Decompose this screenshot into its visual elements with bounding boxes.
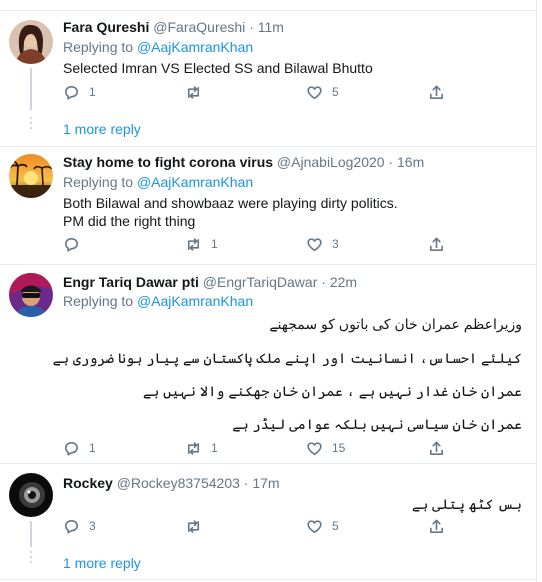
timestamp[interactable]: 11m (258, 19, 284, 35)
separator (0, 463, 536, 464)
separator (0, 264, 536, 265)
separator (0, 579, 536, 580)
thread-line (30, 68, 32, 110)
tweet-header: Stay home to fight corona virus @AjnabiL… (63, 153, 424, 171)
like-icon (307, 441, 322, 455)
like-count: 5 (332, 519, 339, 533)
avatar[interactable] (9, 154, 53, 198)
retweet-icon (187, 519, 200, 533)
separator (0, 10, 536, 11)
timestamp[interactable]: 16m (397, 154, 424, 170)
retweet-count: 1 (211, 441, 218, 455)
tweet-text-line: PM did the right thing (63, 213, 196, 229)
tweet-text-line: Both Bilawal and showbaaz were playing d… (63, 195, 398, 211)
retweet-button[interactable]: 1 (185, 439, 218, 457)
reply-count: 1 (89, 85, 96, 99)
avatar[interactable] (9, 20, 53, 64)
thread-dots (30, 117, 32, 132)
retweet-button[interactable] (185, 83, 211, 101)
separator-dot: · (249, 19, 254, 35)
replying-to: Replying to @AajKamranKhan (63, 173, 253, 191)
share-icon (430, 441, 443, 455)
tweet-header: Rockey @Rockey83754203 · 17m (63, 474, 280, 492)
reply-button[interactable]: 1 (63, 83, 96, 101)
retweet-icon (187, 85, 200, 99)
thread-dots (30, 551, 32, 566)
handle[interactable]: @FaraQureshi (153, 19, 245, 35)
display-name[interactable]: Stay home to fight corona virus (63, 154, 273, 170)
like-button[interactable]: 5 (306, 517, 339, 535)
right-border (536, 0, 537, 582)
timestamp[interactable]: 22m (330, 274, 357, 290)
reply-count: 1 (89, 441, 96, 455)
share-button[interactable] (428, 235, 445, 253)
display-name[interactable]: Engr Tariq Dawar pti (63, 274, 199, 290)
handle[interactable]: @Rockey83754203 (117, 475, 240, 491)
tweet-text-line: کیلئے احساس، انسانیت اور اپنے ملک پاکستا… (52, 350, 522, 366)
tweet-text-line: وزیراعظم عمران خان کی باتوں کو سمجھنے (269, 316, 522, 332)
separator-dot: · (321, 274, 326, 290)
like-icon (307, 85, 322, 99)
reply-button[interactable] (63, 235, 89, 253)
share-button[interactable] (428, 439, 445, 457)
replying-label: Replying to (63, 39, 134, 55)
handle[interactable]: @AjnabiLog2020 (277, 154, 385, 170)
like-button[interactable]: 15 (306, 439, 345, 457)
display-name[interactable]: Fara Qureshi (63, 19, 149, 35)
like-icon (307, 519, 322, 533)
retweet-icon (187, 441, 200, 455)
tweet-text: Selected Imran VS Elected SS and Bilawal… (63, 59, 373, 77)
share-button[interactable] (428, 83, 445, 101)
tweet-text-line: بس کٹھ پتلی ہے (411, 496, 522, 512)
reply-count: 3 (89, 519, 96, 533)
share-icon (430, 85, 443, 99)
tweet-text-line: Selected Imran VS Elected SS and Bilawal… (63, 60, 373, 76)
display-name[interactable]: Rockey (63, 475, 113, 491)
separator (0, 146, 536, 147)
replying-to-link[interactable]: @AajKamranKhan (137, 39, 253, 55)
replying-to-link[interactable]: @AajKamranKhan (137, 293, 253, 309)
retweet-button[interactable]: 1 (185, 235, 218, 253)
like-count: 15 (332, 441, 346, 455)
replying-label: Replying to (63, 293, 134, 309)
retweet-icon (187, 237, 200, 251)
show-more-replies-link[interactable]: 1 more reply (63, 554, 141, 572)
replying-label: Replying to (63, 174, 134, 190)
tweet-text: Both Bilawal and showbaaz were playing d… (63, 194, 398, 230)
show-more-replies-link[interactable]: 1 more reply (63, 120, 141, 138)
share-icon (430, 237, 443, 251)
reply-icon (65, 519, 78, 534)
reply-button[interactable]: 1 (63, 439, 96, 457)
avatar[interactable] (9, 273, 53, 317)
like-icon (307, 237, 322, 251)
share-button[interactable] (428, 517, 445, 535)
replying-to: Replying to @AajKamranKhan (63, 292, 253, 310)
retweet-button[interactable] (185, 517, 211, 535)
replying-to: Replying to @AajKamranKhan (63, 38, 253, 56)
avatar[interactable] (9, 473, 53, 517)
handle[interactable]: @EngrTariqDawar (203, 274, 318, 290)
reply-icon (65, 85, 78, 100)
reply-icon (65, 237, 78, 252)
share-icon (430, 519, 443, 533)
retweet-count: 1 (211, 237, 218, 251)
like-count: 5 (332, 85, 339, 99)
like-button[interactable]: 5 (306, 83, 339, 101)
like-count: 3 (332, 237, 339, 251)
tweet-header: Fara Qureshi @FaraQureshi · 11m (63, 18, 284, 36)
separator-dot: · (243, 475, 249, 491)
thread-line (30, 521, 32, 547)
replying-to-link[interactable]: @AajKamranKhan (137, 174, 253, 190)
timestamp[interactable]: 17m (252, 475, 279, 491)
tweet-header: Engr Tariq Dawar pti @EngrTariqDawar · 2… (63, 273, 357, 291)
reply-icon (65, 441, 78, 456)
reply-button[interactable]: 3 (63, 517, 96, 535)
tweet-text-line: عمران خان غدار نہیں ہے ، عمران خان جھکنے… (142, 383, 522, 399)
like-button[interactable]: 3 (306, 235, 339, 253)
separator-dot: · (388, 154, 394, 170)
tweet-text-line: عمران خان سیاسی نہیں بلکہ عوامی لیڈر ہے (232, 416, 522, 432)
